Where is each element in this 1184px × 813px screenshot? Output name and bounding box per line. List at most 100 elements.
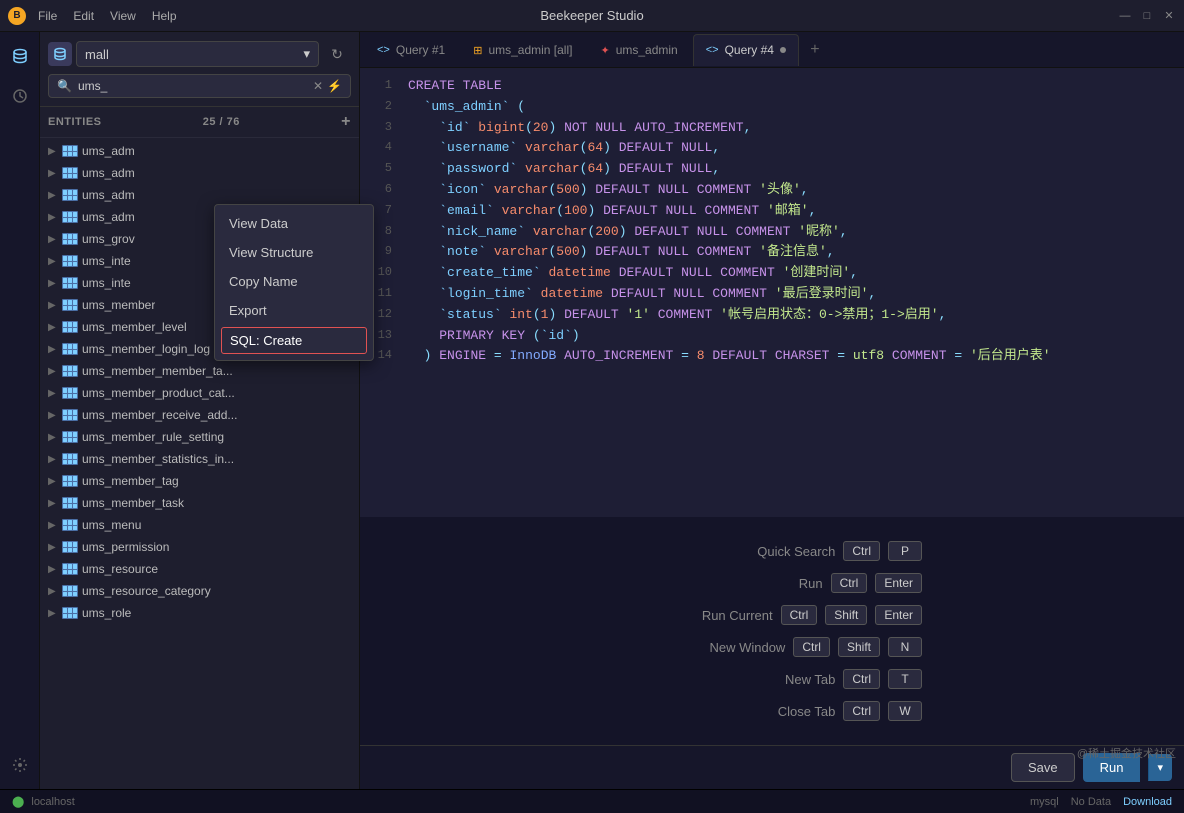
list-item[interactable]: ▶ ums_member_statistics_in... [40, 448, 359, 470]
status-right: mysql No Data Download [1030, 796, 1172, 808]
table-icon: ⊞ [473, 44, 482, 57]
list-item[interactable]: ▶ ums_resource_category [40, 580, 359, 602]
arrow-icon: ▶ [48, 300, 58, 311]
code-line-7: 7 `email` varchar(100) DEFAULT NULL COMM… [360, 201, 1184, 222]
key-ctrl: Ctrl [831, 573, 868, 593]
table-icon [62, 497, 78, 509]
context-view-structure[interactable]: View Structure [215, 238, 373, 267]
context-copy-name[interactable]: Copy Name [215, 267, 373, 296]
save-button[interactable]: Save [1011, 753, 1075, 782]
arrow-icon: ▶ [48, 454, 58, 465]
menu-help[interactable]: Help [152, 9, 177, 23]
tab-query1[interactable]: <> Query #1 [364, 34, 458, 66]
list-item[interactable]: ▶ ums_member_rule_setting [40, 426, 359, 448]
table-icon [62, 453, 78, 465]
download-label[interactable]: Download [1123, 796, 1172, 808]
table-icon [62, 167, 78, 179]
minimize-button[interactable]: — [1118, 9, 1132, 23]
arrow-icon: ▶ [48, 388, 58, 399]
shortcut-row: Run Ctrl Enter [622, 573, 922, 593]
shortcut-row: Close Tab Ctrl W [622, 701, 922, 721]
menu-edit[interactable]: Edit [73, 9, 94, 23]
no-data-label: No Data [1071, 796, 1111, 808]
key-w: W [888, 701, 922, 721]
list-item[interactable]: ▶ ums_member_product_cat... [40, 382, 359, 404]
shortcut-label: Close Tab [735, 704, 835, 719]
wrench-icon: ✦ [600, 44, 609, 57]
sidebar-top: mall ▾ ↻ 🔍 ✕ ⚡ [40, 32, 359, 107]
table-icon [62, 189, 78, 201]
list-item[interactable]: ▶ ums_member_member_ta... [40, 360, 359, 382]
code-line-5: 5 `password` varchar(64) DEFAULT NULL, [360, 159, 1184, 180]
tab-table2[interactable]: ✦ ums_admin [587, 34, 690, 66]
key-enter: Enter [875, 605, 922, 625]
search-actions: ✕ ⚡ [313, 79, 342, 93]
code-line-12: 12 `status` int(1) DEFAULT '1' COMMENT '… [360, 305, 1184, 326]
database-icon[interactable] [4, 40, 36, 72]
table-icon [62, 607, 78, 619]
entity-name: ums_adm [82, 144, 135, 158]
menu-view[interactable]: View [110, 9, 136, 23]
search-filter-button[interactable]: ⚡ [327, 79, 342, 93]
context-view-data[interactable]: View Data [215, 209, 373, 238]
table-icon [62, 585, 78, 597]
maximize-button[interactable]: □ [1140, 9, 1154, 23]
entity-name: ums_member_rule_setting [82, 430, 224, 444]
tab-label: Query #4 [725, 43, 774, 57]
code-line-2: 2 `ums_admin` ( [360, 97, 1184, 118]
unsaved-indicator [780, 47, 786, 53]
shortcut-label: New Window [685, 640, 785, 655]
settings-icon[interactable] [4, 749, 36, 781]
tab-table1[interactable]: ⊞ ums_admin [all] [460, 34, 585, 66]
code-line-11: 11 `login_time` datetime DEFAULT NULL CO… [360, 284, 1184, 305]
list-item[interactable]: ▶ ums_member_task [40, 492, 359, 514]
list-item[interactable]: ▶ ums_adm [40, 162, 359, 184]
add-entity-button[interactable]: + [341, 113, 351, 131]
list-item[interactable]: ▶ ums_resource [40, 558, 359, 580]
entity-name: ums_grov [82, 232, 135, 246]
db-dropdown[interactable]: mall ▾ [76, 41, 319, 67]
table-icon [62, 519, 78, 531]
entity-name: ums_inte [82, 254, 131, 268]
code-line-3: 3 `id` bigint(20) NOT NULL AUTO_INCREMEN… [360, 118, 1184, 139]
sidebar: mall ▾ ↻ 🔍 ✕ ⚡ ENTITIES 25 / 76 + ▶ [40, 32, 360, 789]
add-tab-button[interactable]: + [801, 36, 829, 64]
titlebar-menu: File Edit View Help [38, 9, 177, 23]
db-icon [48, 42, 72, 66]
list-item[interactable]: ▶ ums_permission [40, 536, 359, 558]
entity-name: ums_member_tag [82, 474, 179, 488]
code-line-6: 6 `icon` varchar(500) DEFAULT NULL COMME… [360, 180, 1184, 201]
entities-label: ENTITIES [48, 116, 102, 128]
tab-query4[interactable]: <> Query #4 [693, 34, 799, 66]
table-icon [62, 475, 78, 487]
entity-name: ums_member_receive_add... [82, 408, 237, 422]
titlebar-left: B File Edit View Help [8, 7, 177, 25]
close-button[interactable]: ✕ [1162, 9, 1176, 23]
connection-icon: ⬤ [12, 796, 24, 808]
context-sql-create[interactable]: SQL: Create [221, 327, 367, 354]
watermark: @稀土掘金技术社区 [1077, 745, 1176, 761]
entity-name: ums_member_statistics_in... [82, 452, 234, 466]
query-icon: <> [706, 44, 719, 56]
window-controls: — □ ✕ [1118, 9, 1176, 23]
entity-name: ums_permission [82, 540, 169, 554]
arrow-icon: ▶ [48, 586, 58, 597]
list-item[interactable]: ▶ ums_member_receive_add... [40, 404, 359, 426]
table-icon [62, 563, 78, 575]
list-item[interactable]: ▶ ums_adm [40, 184, 359, 206]
search-clear-button[interactable]: ✕ [313, 79, 323, 93]
list-item[interactable]: ▶ ums_role [40, 602, 359, 624]
list-item[interactable]: ▶ ums_menu [40, 514, 359, 536]
arrow-icon: ▶ [48, 344, 58, 355]
search-input[interactable] [78, 79, 307, 93]
list-item[interactable]: ▶ ums_adm [40, 140, 359, 162]
history-icon[interactable] [4, 80, 36, 112]
arrow-icon: ▶ [48, 212, 58, 223]
arrow-icon: ▶ [48, 256, 58, 267]
list-item[interactable]: ▶ ums_member_tag [40, 470, 359, 492]
context-export[interactable]: Export [215, 296, 373, 325]
table-icon [62, 541, 78, 553]
menu-file[interactable]: File [38, 9, 57, 23]
refresh-button[interactable]: ↻ [323, 40, 351, 68]
arrow-icon: ▶ [48, 564, 58, 575]
